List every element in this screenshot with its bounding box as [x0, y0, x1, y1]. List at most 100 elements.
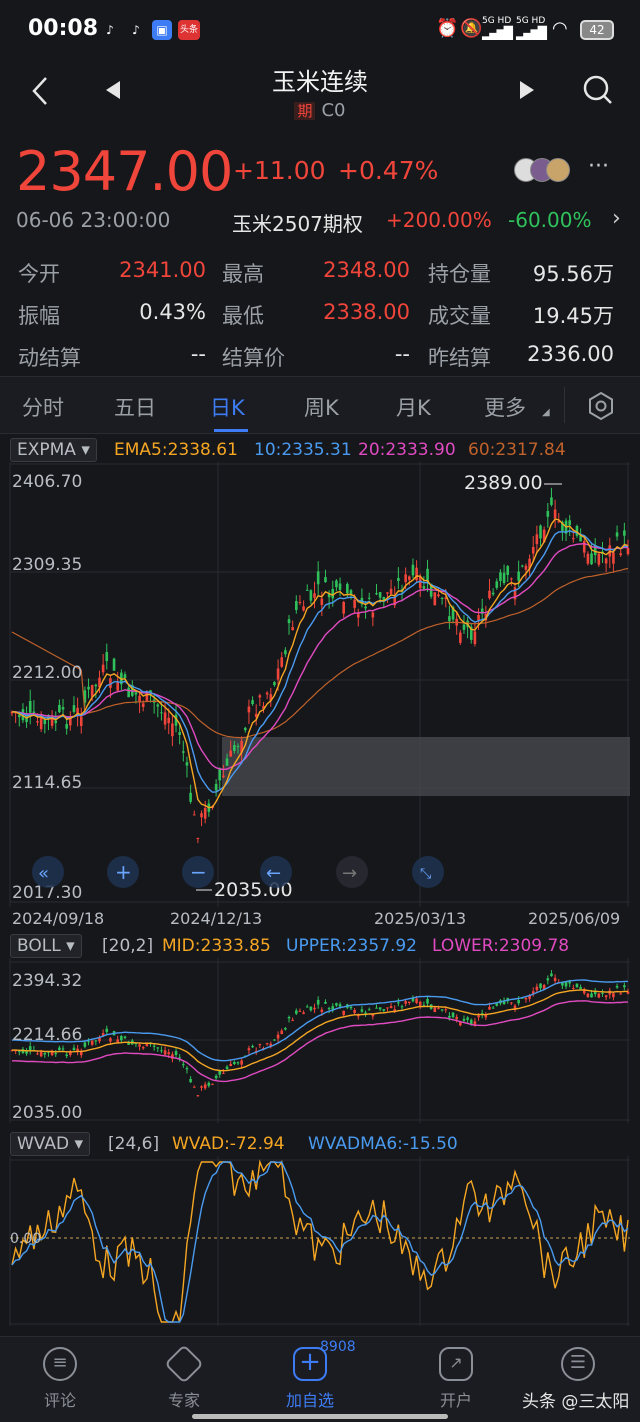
- candle-body: [331, 588, 335, 599]
- candle-body: [590, 553, 593, 565]
- candle-body: [229, 750, 232, 757]
- fullscreen-button[interactable]: ⤡: [412, 856, 444, 888]
- wvad-line: [11, 1159, 629, 1323]
- boll-indicator-select[interactable]: BOLL ▾: [10, 934, 82, 958]
- candle-body: [251, 1045, 254, 1048]
- candle-body: [211, 1083, 214, 1085]
- date-tick: 2025/03/13: [374, 909, 466, 928]
- candle-body: [531, 547, 535, 554]
- candle-body: [61, 707, 65, 710]
- home-indicator[interactable]: [192, 1414, 448, 1419]
- stat-value: --: [394, 342, 410, 366]
- candle-body: [98, 1037, 101, 1042]
- candle-body: [163, 712, 167, 725]
- tab-monthly-k[interactable]: 月K: [396, 392, 431, 422]
- search-icon[interactable]: [582, 74, 614, 113]
- date-tick: 2025/06/09: [528, 909, 620, 928]
- boll-lines: [12, 979, 628, 1083]
- candle-body: [309, 1006, 313, 1011]
- kline-chart[interactable]: 2406.70 2309.35 2212.00 2114.65 2017.30 …: [0, 462, 640, 928]
- candle-body: [258, 695, 262, 698]
- signal-1: 5G HD ▂▄▆█: [482, 16, 518, 40]
- candle-body: [568, 520, 571, 526]
- tab-more[interactable]: 更多: [484, 392, 526, 422]
- next-contract-icon[interactable]: [518, 78, 536, 108]
- candle-body: [422, 586, 426, 589]
- candle-body: [386, 592, 389, 594]
- candle-body: [459, 632, 462, 643]
- price-change: +11.00: [233, 156, 326, 185]
- avatar[interactable]: [546, 158, 570, 182]
- candle-body: [284, 1028, 287, 1030]
- candle-body: [524, 997, 528, 1000]
- option-link[interactable]: 玉米2507期权: [232, 208, 363, 237]
- candle-body: [134, 692, 138, 695]
- pan-right-button[interactable]: →: [336, 856, 368, 888]
- candle-body: [87, 1041, 90, 1043]
- candle-body: [141, 1047, 145, 1049]
- candle-body: [520, 565, 524, 567]
- stat-value: 19.45万: [532, 304, 614, 328]
- candle-body: [455, 1016, 458, 1020]
- candle-body: [626, 547, 630, 555]
- active-tab-indicator: [214, 429, 248, 432]
- candle-body: [360, 1009, 364, 1012]
- candle-body: [437, 1008, 440, 1010]
- chevron-right-icon[interactable]: ›: [612, 206, 621, 231]
- tab-weekly-k[interactable]: 周K: [304, 392, 339, 422]
- signal-1-label: 5G HD: [482, 16, 512, 26]
- open-account-button[interactable]: ↗ 开户: [406, 1347, 506, 1411]
- candle-body: [404, 574, 407, 583]
- candle-body: [247, 1048, 251, 1051]
- candle-body: [28, 1046, 32, 1051]
- candle-body: [353, 1010, 356, 1013]
- candle-body: [404, 1001, 407, 1004]
- candle-body: [240, 1060, 243, 1065]
- wvad-chart[interactable]: 0.00: [0, 1156, 640, 1332]
- stat-value: 2348.00: [323, 258, 410, 282]
- tab-intraday[interactable]: 分时: [22, 392, 64, 422]
- candle-body: [218, 768, 222, 781]
- stat-label: 最高: [222, 262, 264, 286]
- candle-body: [411, 564, 415, 576]
- option-call-change: +200.00%: [386, 208, 492, 232]
- candle-body: [192, 1086, 196, 1088]
- expma-indicator-select[interactable]: EXPMA ▾: [10, 438, 97, 462]
- candle-body: [247, 706, 251, 713]
- tab-five-day[interactable]: 五日: [114, 392, 156, 422]
- boll-chart[interactable]: 2394.32 2214.66 2035.00: [0, 958, 640, 1128]
- y-tick: 2212.00: [12, 663, 82, 683]
- zoom-out-button[interactable]: «: [32, 856, 64, 888]
- candle-body: [43, 719, 47, 725]
- candle-body: [415, 998, 418, 1004]
- more-icon[interactable]: ···: [588, 154, 609, 179]
- candle-body: [94, 684, 98, 687]
- candle-body: [182, 751, 185, 753]
- candle-body: [298, 601, 302, 603]
- ema5-value: EMA5:2338.61: [114, 440, 238, 460]
- candle-body: [116, 681, 120, 691]
- add-watchlist-button[interactable]: + 加自选: [260, 1347, 360, 1411]
- futures-tag: 期: [294, 102, 316, 120]
- minus-button[interactable]: −: [182, 856, 214, 888]
- candle-body: [280, 1030, 284, 1035]
- candle-body: [338, 583, 342, 590]
- zoom-in-button[interactable]: +: [107, 856, 139, 888]
- tab-daily-k[interactable]: 日K: [210, 392, 245, 422]
- pan-left-button[interactable]: ←: [260, 856, 292, 888]
- candle-body: [451, 1012, 455, 1018]
- candle-body: [397, 1002, 400, 1004]
- candle-body: [171, 723, 174, 737]
- candle-body: [524, 565, 528, 570]
- expert-button[interactable]: 专家: [134, 1344, 234, 1411]
- battery-icon: 42: [580, 20, 614, 40]
- candle-body: [400, 1006, 404, 1008]
- candle-body: [601, 992, 604, 994]
- wvad-indicator-select[interactable]: WVAD ▾: [10, 1132, 91, 1156]
- candle-body: [276, 668, 280, 680]
- comment-button[interactable]: ≡ 评论: [10, 1347, 110, 1411]
- candle-body: [72, 705, 76, 713]
- candle-body: [185, 762, 189, 766]
- candle-body: [298, 1010, 302, 1012]
- settings-icon[interactable]: [586, 391, 616, 425]
